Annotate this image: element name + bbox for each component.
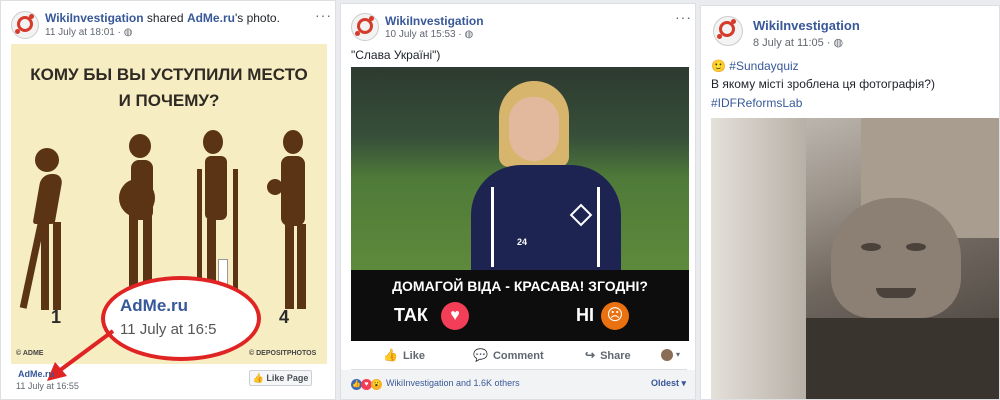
shared-suffix: 's photo.	[234, 11, 280, 25]
reactions-bar: 👍 ♥ 😮 WikiInvestigation and 1.6K others …	[341, 370, 695, 399]
post-timestamp[interactable]: 8 July at 11:05 · ◍	[753, 36, 843, 49]
post-question: В якому місті зроблена ця фотографія?)	[711, 77, 935, 91]
post-author[interactable]: WikiInvestigation shared AdMe.ru's photo…	[45, 11, 280, 25]
page-avatar[interactable]	[351, 13, 379, 41]
post-image[interactable]	[711, 118, 999, 399]
chevron-down-icon[interactable]: ▾	[676, 350, 680, 359]
love-reaction-icon: ♥	[441, 302, 469, 330]
zoom-annotation-circle: AdMe.ru 11 July at 16:5	[101, 276, 261, 361]
share-icon: ↪	[585, 348, 596, 362]
comment-button[interactable]: 💬 Comment	[473, 348, 544, 362]
thumbs-up-icon: 👍	[383, 348, 398, 362]
globe-icon: ◍	[464, 29, 474, 40]
woman-with-baby-figure-icon	[283, 130, 303, 154]
post-hashtag-line: 🙂 #Sundayquiz	[711, 59, 799, 73]
more-options-icon[interactable]: ···	[315, 7, 332, 23]
hashtag-link[interactable]: #IDFReformsLab	[711, 96, 802, 110]
post-card-quiz: WikiInvestigation 8 July at 11:05 · ◍ 🙂 …	[700, 5, 1000, 400]
post-card-shared-photo: WikiInvestigation shared AdMe.ru's photo…	[0, 0, 336, 400]
post-author-name[interactable]: WikiInvestigation	[385, 14, 484, 28]
image-credit-left: © ADME	[16, 350, 44, 357]
option-number: 4	[279, 307, 290, 327]
comment-icon: 💬	[473, 348, 488, 362]
reactors-text[interactable]: WikiInvestigation and 1.6K others	[386, 378, 520, 388]
shared-source-name[interactable]: AdMe.ru	[18, 369, 54, 379]
elderly-figure-icon	[35, 148, 59, 172]
thumbs-up-icon: 👍	[252, 373, 264, 383]
globe-icon: ◍	[123, 27, 133, 38]
post-timestamp[interactable]: 10 July at 15:53 · ◍	[385, 29, 473, 40]
page-avatar[interactable]	[11, 11, 39, 39]
option-number: 1	[51, 307, 62, 327]
post-author-name[interactable]: WikiInvestigation	[753, 18, 860, 33]
share-button[interactable]: ↪ Share	[585, 348, 631, 362]
author-name-link[interactable]: WikiInvestigation	[45, 11, 144, 25]
chevron-down-icon: ▾	[681, 378, 687, 388]
pregnant-woman-figure-icon	[129, 134, 151, 158]
jersey-number: 24	[517, 237, 528, 247]
player-photo: 24	[351, 67, 689, 275]
globe-icon: ◍	[833, 37, 844, 49]
post-timestamp[interactable]: 11 July at 18:01 · ◍	[45, 27, 133, 38]
zoom-source-time: 11 July at 16:5	[120, 321, 217, 338]
more-options-icon[interactable]: ···	[675, 9, 692, 25]
post-caption: "Слава Україні")	[351, 48, 441, 62]
shared-text: shared	[143, 11, 187, 25]
injured-man-figure-icon	[203, 130, 223, 154]
like-page-button[interactable]: 👍 Like Page	[249, 370, 312, 386]
zoom-source-name: AdMe.ru	[120, 296, 188, 315]
carved-face	[831, 198, 961, 318]
like-button[interactable]: 👍 Like	[383, 348, 425, 362]
poll-band: ДОМАГОЙ ВІДА - КРАСАВА! ЗГОДНІ? ТАК ♥ НІ…	[351, 270, 689, 341]
post-card-photo: WikiInvestigation 10 July at 15:53 · ◍ ·…	[340, 3, 696, 400]
hashtag-link[interactable]: #Sundayquiz	[729, 59, 798, 73]
page-avatar[interactable]	[713, 16, 743, 46]
post-image[interactable]: 24 ДОМАГОЙ ВІДА - КРАСАВА! ЗГОДНІ? ТАК ♥…	[351, 67, 689, 341]
poll-no-label: НІ	[576, 305, 594, 325]
smile-emoji-icon: 🙂	[711, 59, 726, 73]
poll-question: ДОМАГОЙ ВІДА - КРАСАВА! ЗГОДНІ?	[392, 278, 648, 294]
wow-reaction-icon: 😮	[371, 379, 382, 390]
profile-avatar[interactable]	[661, 349, 673, 361]
shared-source-link[interactable]: AdMe.ru	[187, 11, 235, 25]
angry-reaction-icon: ☹	[601, 302, 629, 330]
shared-source-time[interactable]: 11 July at 16:55	[16, 381, 79, 391]
image-title: КОМУ БЫ ВЫ УСТУПИЛИ МЕСТО И ПОЧЕМУ?	[30, 65, 308, 110]
poll-yes-label: ТАК	[394, 305, 428, 325]
sort-dropdown[interactable]: Oldest ▾	[651, 378, 686, 389]
image-credit-right: © DEPOSITPHOTOS	[249, 350, 317, 357]
